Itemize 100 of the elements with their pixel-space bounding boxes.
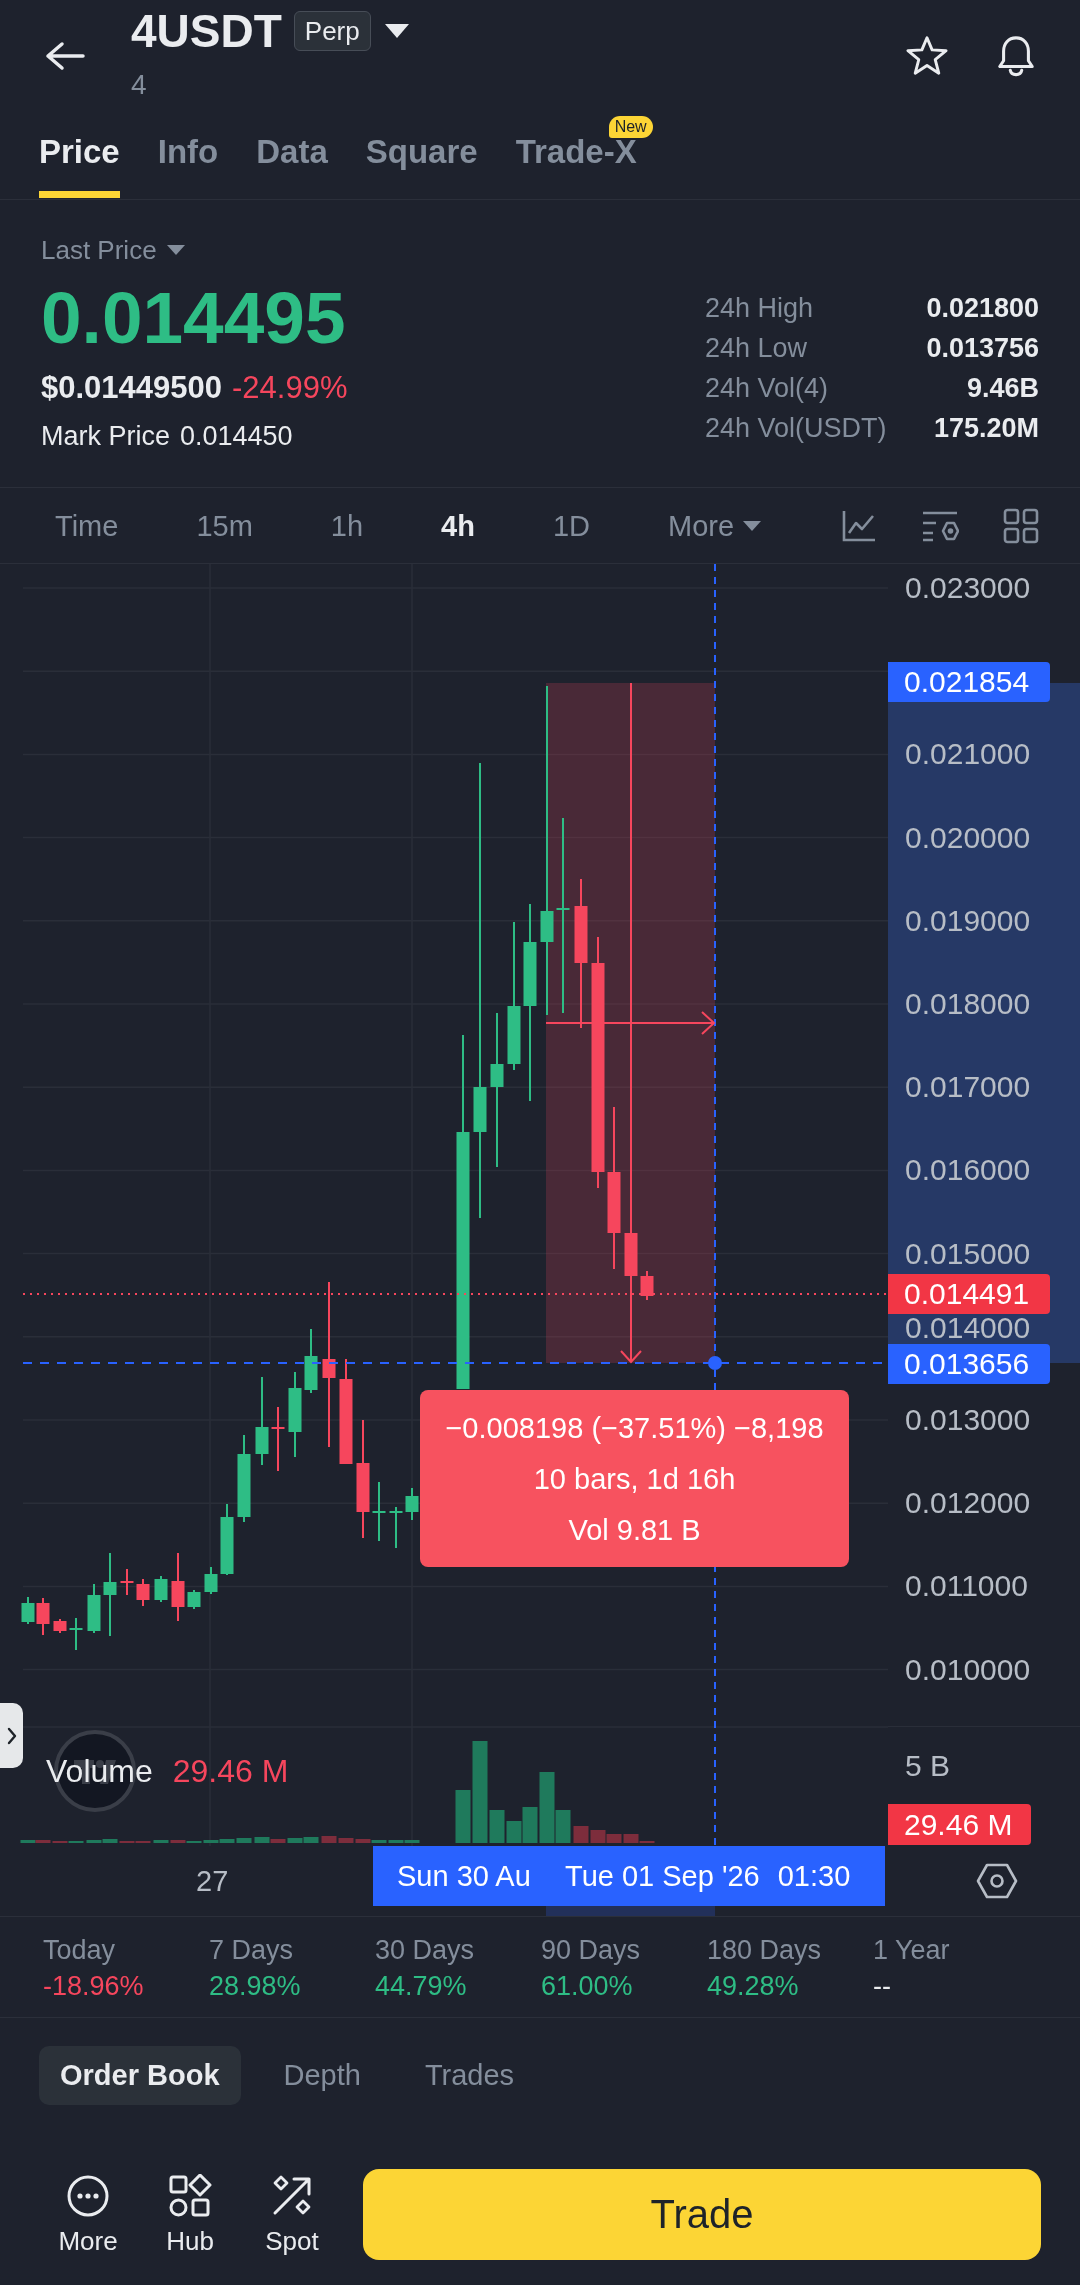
star-icon[interactable] — [905, 35, 949, 77]
candlestick — [21, 1596, 35, 1625]
period-change: 44.79% — [375, 1970, 467, 2002]
grid-icon[interactable] — [1003, 507, 1039, 544]
period-label: 90 Days — [541, 1934, 641, 1966]
book-tab[interactable]: Order Book — [39, 2046, 241, 2105]
anchor-dot-icon[interactable] — [708, 1356, 722, 1370]
bars-duration-text: 10 bars, 1d 16h — [533, 1462, 736, 1497]
price-tag: 0.014491 — [888, 1274, 1050, 1314]
last-price: 0.014495 — [41, 278, 346, 358]
candlestick — [405, 1487, 419, 1521]
candlestick — [640, 1270, 654, 1301]
date-text: Tue 01 Sep '26 — [565, 1859, 760, 1894]
start-time-label: Sun 30 Au — [373, 1846, 546, 1906]
price-axis-label: 0.016000 — [905, 1157, 1031, 1184]
stat-value: 0.021800 — [926, 292, 1039, 324]
caret-icon[interactable] — [384, 24, 409, 38]
back-icon[interactable] — [45, 41, 85, 71]
candlestick — [36, 1597, 50, 1636]
price-axis-label: 0.013000 — [905, 1407, 1031, 1433]
candlestick — [69, 1617, 83, 1651]
candlestick — [120, 1568, 134, 1596]
line-chart-icon[interactable] — [841, 508, 877, 543]
volume-axis-label: 5 B — [905, 1751, 951, 1781]
volume-label: Volume — [46, 1752, 153, 1791]
caret-icon — [166, 245, 185, 255]
nav-button[interactable]: Hub — [150, 2173, 230, 2256]
volume-text: Vol 9.81 B — [568, 1513, 701, 1548]
interval-tab[interactable]: 4h — [441, 507, 475, 544]
price-tag: 0.013656 — [888, 1344, 1050, 1384]
contract-badge: Perp — [293, 11, 371, 51]
period-change: -- — [873, 1970, 891, 2002]
stat-value: 175.20M — [933, 412, 1039, 444]
nav-button[interactable]: Spot — [252, 2173, 332, 2256]
candlestick — [154, 1575, 168, 1603]
candlestick — [304, 1328, 318, 1394]
usd-price: $0.01449500 — [41, 371, 223, 405]
interval-tab[interactable]: Time — [55, 507, 119, 544]
price-axis-label: 0.023000 — [905, 575, 1031, 601]
volume-bar — [573, 1826, 589, 1843]
tab[interactable]: Trade-X New — [515, 112, 653, 198]
price-axis-label: 0.015000 — [905, 1240, 1031, 1267]
period-change: 61.00% — [541, 1970, 633, 2002]
new-badge: New — [608, 116, 653, 138]
candlestick — [187, 1589, 201, 1610]
price-type-dropdown[interactable]: Last Price — [41, 235, 185, 265]
stat-label: 24h Low — [705, 332, 808, 364]
period-change: -18.96% — [43, 1970, 144, 2002]
nav-button[interactable]: More — [48, 2173, 128, 2256]
price-axis-label: 0.021000 — [905, 741, 1031, 768]
time-axis-label: 27 — [196, 1864, 229, 1899]
price-axis-label: 0.011000 — [905, 1573, 1028, 1600]
period-change: 49.28% — [707, 1970, 799, 2002]
book-tab[interactable]: Trades — [403, 2046, 536, 2105]
price-axis-label: 0.017000 — [905, 1074, 1031, 1101]
bell-icon[interactable] — [995, 34, 1037, 78]
period-label: 7 Days — [209, 1934, 294, 1966]
interval-tab[interactable]: 1D — [552, 507, 590, 544]
period-label: 1 Year — [873, 1934, 950, 1966]
more-dropdown[interactable]: More — [668, 507, 762, 544]
period-label: 30 Days — [375, 1934, 475, 1966]
tab[interactable]: Info — [157, 112, 219, 198]
tab[interactable]: Square — [365, 112, 478, 198]
book-tab[interactable]: Depth — [262, 2046, 382, 2105]
period-label: 180 Days — [707, 1934, 822, 1966]
tab[interactable]: Price — [39, 112, 120, 198]
candlestick — [204, 1566, 218, 1595]
candlestick — [53, 1618, 67, 1634]
price-axis-label: 0.019000 — [905, 907, 1031, 934]
chevron-icon — [6, 1726, 17, 1745]
mark-price-value: 0.014450 — [180, 420, 293, 452]
interval-tab[interactable]: 1h — [330, 507, 364, 544]
candlestick — [271, 1406, 285, 1472]
stat-label: 24h Vol(4) — [705, 372, 829, 404]
more-icon — [66, 2173, 110, 2218]
side-handle[interactable] — [0, 1703, 23, 1768]
volume-tag: 29.46 M — [888, 1804, 1031, 1845]
price-change: -24.99% — [232, 371, 348, 405]
price-axis-label: 0.018000 — [905, 991, 1031, 1017]
candlestick — [372, 1481, 386, 1542]
stat-value: 0.013756 — [926, 332, 1039, 364]
symbol-subtitle: 4 — [131, 69, 147, 101]
candlestick — [136, 1578, 150, 1607]
period-label: Today — [43, 1934, 116, 1966]
price-change-text: −0.008198 (−37.51%) −8,198 — [445, 1411, 824, 1446]
stat-label: 24h High — [705, 292, 814, 324]
candlestick — [171, 1552, 185, 1622]
interval-tab[interactable]: 15m — [196, 507, 253, 544]
price-axis-label: 0.010000 — [905, 1656, 1031, 1683]
price-axis-label: 0.012000 — [905, 1490, 1031, 1517]
mark-price-label: Mark Price — [41, 420, 170, 452]
stat-label: 24h Vol(USDT) — [705, 412, 887, 444]
volume-value: 29.46 M — [172, 1752, 289, 1791]
caret-icon — [743, 520, 762, 531]
settings-icon[interactable] — [976, 1862, 1018, 1900]
shapes-icon — [168, 2173, 212, 2218]
candlestick — [87, 1583, 101, 1634]
tab[interactable]: Data — [256, 112, 328, 198]
price-tag: 0.021854 — [888, 662, 1050, 702]
trade-button[interactable]: Trade — [363, 2169, 1041, 2260]
